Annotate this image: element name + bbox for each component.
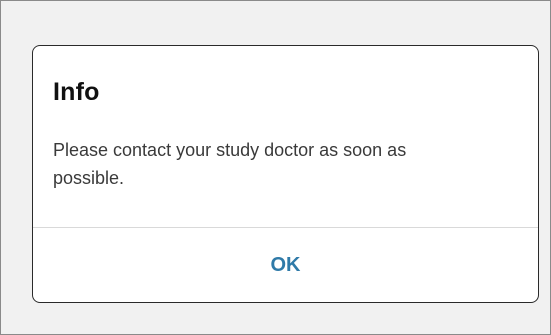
ok-button[interactable]: OK [33,228,538,302]
dialog-message: Please contact your study doctor as soon… [53,140,407,188]
dialog-title: Info [53,78,100,106]
app-frame: Info Please contact your study doctor as… [0,0,551,335]
info-dialog: Info Please contact your study doctor as… [32,45,539,303]
